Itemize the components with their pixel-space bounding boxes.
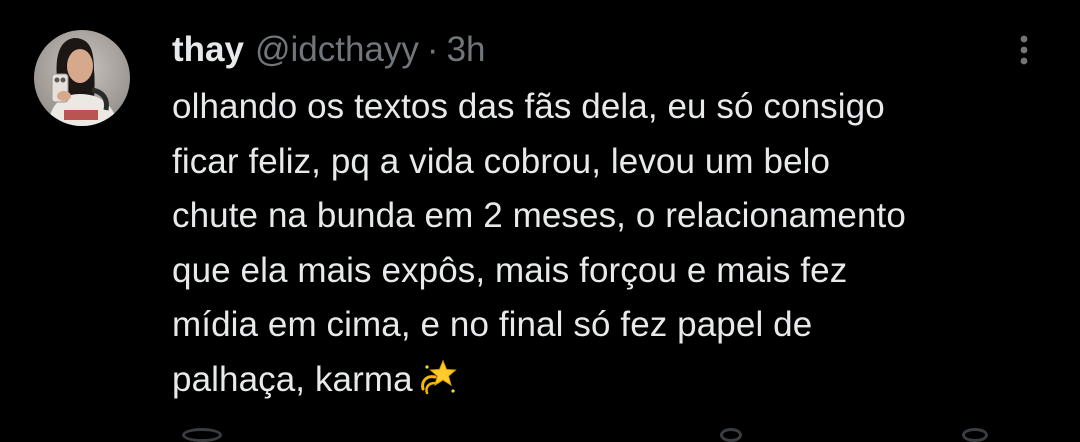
display-name[interactable]: thay xyxy=(172,28,244,72)
dizzy-emoji-icon xyxy=(420,359,457,394)
tweet-text: olhando os textos das fãs dela, eu só co… xyxy=(172,87,906,399)
avatar-photo-icon xyxy=(34,30,130,126)
tweet-header: thay @idcthayy · 3h xyxy=(172,28,486,72)
reply-icon[interactable] xyxy=(182,428,222,442)
tweet-body: olhando os textos das fãs dela, eu só co… xyxy=(172,80,1052,407)
tweet[interactable]: thay @idcthayy · 3h olhando os textos da… xyxy=(0,0,1080,442)
separator-dot: · xyxy=(426,30,439,69)
avatar[interactable] xyxy=(34,30,130,126)
views-icon[interactable] xyxy=(720,428,742,442)
user-handle[interactable]: @idcthayy xyxy=(255,28,419,72)
share-icon[interactable] xyxy=(962,428,988,442)
tweet-timestamp[interactable]: 3h xyxy=(447,28,486,72)
tweet-actions-bar xyxy=(172,426,1042,442)
more-options-button[interactable] xyxy=(1004,30,1044,70)
more-vertical-icon xyxy=(1020,35,1028,65)
